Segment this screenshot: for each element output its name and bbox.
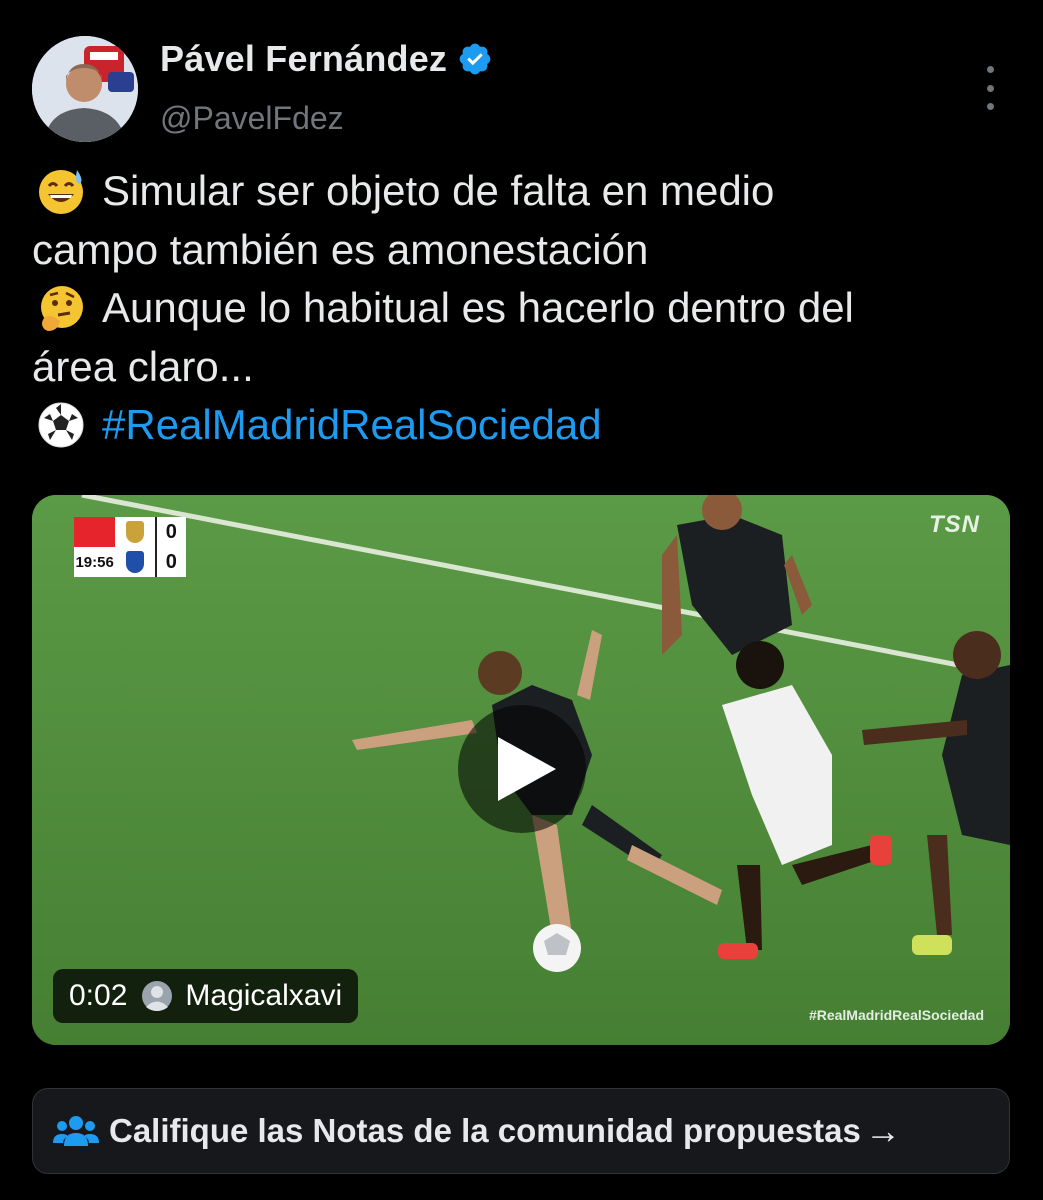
home-score: 0 [154, 517, 186, 547]
author-name[interactable]: Pável Fernández [160, 38, 447, 80]
scoreboard: 0 19:56 0 [74, 517, 186, 577]
community-notes-label: Califique las Notas de la comunidad prop… [109, 1112, 861, 1149]
tweet-line: Simular ser objeto de falta en medio [32, 162, 1022, 221]
tweet-text: Simular ser objeto de falta en medio cam… [32, 162, 1022, 455]
tweet-line: campo también es amonestación [32, 221, 1022, 280]
broadcaster-logo: TSN [929, 511, 980, 538]
video-duration: 0:02 [69, 979, 128, 1012]
grinning-sweat-emoji [39, 170, 83, 215]
home-crest-icon [115, 517, 155, 547]
play-button[interactable] [458, 705, 586, 833]
avatar-photo [32, 36, 138, 142]
match-clock: 19:56 [74, 547, 116, 577]
tweet-line: Aunque lo habitual es hacerlo dentro del [32, 279, 1022, 338]
thinking-face-emoji [41, 286, 83, 332]
tweet-line: #RealMadridRealSociedad [32, 396, 1022, 455]
author-handle[interactable]: @PavelFdez [160, 100, 344, 137]
user-icon [142, 981, 173, 1011]
video-player[interactable]: 0 19:56 0 TSN #RealMadridRealSociedad 0:… [32, 495, 1010, 1045]
soccer-ball-emoji [38, 402, 84, 448]
tweet-line-text: Aunque lo habitual es hacerlo dentro del [102, 284, 854, 331]
author-avatar[interactable] [32, 36, 138, 142]
tweet-line: área claro... [32, 338, 1022, 397]
verified-badge-icon [459, 43, 491, 75]
video-uploader[interactable]: Magicalxavi [185, 979, 342, 1013]
tweet-line-text: campo también es amonestación [32, 225, 649, 273]
author-name-row[interactable]: Pável Fernández [160, 38, 493, 80]
arrow-right-icon: → [864, 1110, 901, 1151]
league-logo-icon [74, 517, 116, 547]
video-info-pill[interactable]: 0:02 Magicalxavi [53, 969, 359, 1023]
video-watermark: #RealMadridRealSociedad [808, 1007, 984, 1023]
tweet-line-text: Simular ser objeto de falta en medio [102, 167, 775, 214]
more-options-icon[interactable] [972, 66, 1008, 110]
community-notes-banner[interactable]: Califique las Notas de la comunidad prop… [32, 1088, 1010, 1174]
away-crest-icon [115, 547, 155, 577]
people-icon [53, 1116, 99, 1146]
hashtag-link[interactable]: #RealMadridRealSociedad [102, 396, 602, 455]
play-icon [498, 737, 556, 801]
tweet-line-text: área claro... [32, 342, 254, 390]
away-score: 0 [154, 547, 186, 577]
